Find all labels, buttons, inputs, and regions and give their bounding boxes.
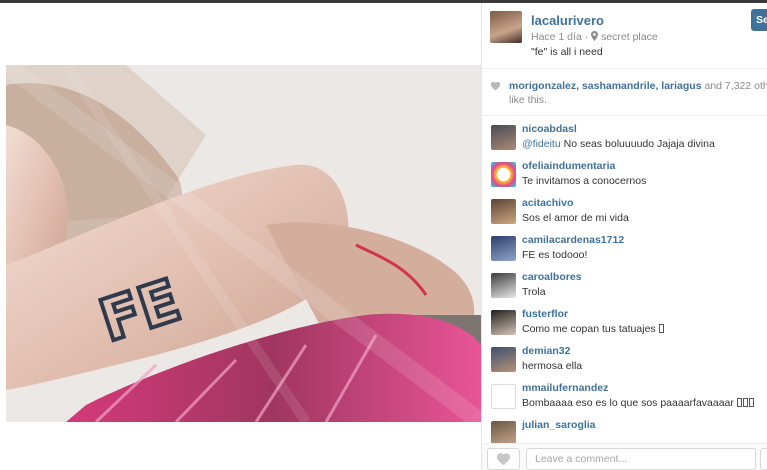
commenter-username[interactable]: fusterflor (522, 308, 568, 320)
comment-body: hermosa ella (522, 360, 583, 372)
photo-illustration: FE (6, 65, 481, 422)
photo-panel: FE (0, 3, 481, 470)
comment-text: Bombaaaa eso es lo que sos paaaarfavaaaa… (522, 397, 754, 409)
post-caption: "fe" is all i need (531, 46, 603, 58)
commenter-avatar[interactable] (491, 199, 516, 224)
comment-item: caroalbores Trola (482, 269, 767, 305)
comment-text: @fideitu No seas boluuuudo Jajaja divina (522, 138, 715, 150)
post-header: lacalurivero Hace 1 día · secret place "… (482, 3, 767, 69)
commenter-avatar[interactable] (491, 310, 516, 335)
comment-body: Te invitamos a conocernos (522, 175, 647, 187)
commenter-avatar[interactable] (491, 162, 516, 187)
more-options-button[interactable] (760, 448, 767, 470)
likes-suffix: like this. (509, 94, 547, 106)
location-pin-icon (591, 31, 601, 43)
comment-item: acitachivo Sos el amor de mi vida (482, 195, 767, 231)
comment-mention[interactable]: @fideitu (522, 138, 561, 150)
liker-names[interactable]: morigonzalez, sashamandrile, lariagus (509, 80, 702, 92)
commenter-avatar[interactable] (491, 347, 516, 372)
comment-body: Trola (522, 286, 546, 298)
commenter-username[interactable]: ofeliaindumentaria (522, 160, 615, 172)
post-sidebar: lacalurivero Hace 1 día · secret place "… (481, 3, 767, 470)
post-location[interactable]: secret place (601, 31, 658, 43)
follow-button[interactable]: Se (751, 9, 767, 31)
post-meta: Hace 1 día · secret place (531, 31, 658, 43)
like-button[interactable] (487, 448, 520, 470)
comment-body: No seas boluuuudo Jajaja divina (560, 138, 715, 150)
author-username[interactable]: lacalurivero (531, 13, 604, 28)
missing-glyph-icon (748, 398, 754, 407)
commenter-avatar[interactable] (491, 384, 516, 409)
commenter-avatar[interactable] (491, 273, 516, 298)
missing-glyph-icon (736, 398, 742, 407)
commenter-username[interactable]: julian_saroglia (522, 419, 596, 431)
comment-item: mmailufernandez Bombaaaa eso es lo que s… (482, 380, 767, 416)
author-avatar[interactable] (490, 11, 522, 43)
comment-bar (482, 443, 767, 470)
comment-body: Como me copan tus tatuajes (522, 323, 659, 335)
post-time[interactable]: Hace 1 día (531, 31, 582, 43)
missing-glyph-icon (742, 398, 748, 407)
commenter-username[interactable]: caroalbores (522, 271, 582, 283)
comment-body: Sos el amor de mi vida (522, 212, 629, 224)
heart-icon (496, 453, 511, 466)
commenter-avatar[interactable] (491, 125, 516, 150)
comment-body: FE es todooo! (522, 249, 588, 261)
comment-item: fusterflor Como me copan tus tatuajes (482, 306, 767, 342)
commenter-avatar[interactable] (491, 236, 516, 261)
divider (482, 115, 767, 116)
commenter-username[interactable]: demian32 (522, 345, 570, 357)
commenter-username[interactable]: camilacardenas1712 (522, 234, 624, 246)
comment-item: camilacardenas1712 FE es todooo! (482, 232, 767, 268)
commenter-username[interactable]: nicoabdasl (522, 123, 577, 135)
likes-count-text[interactable]: and 7,322 oth (702, 80, 767, 92)
comment-text: Como me copan tus tatuajes (522, 323, 664, 335)
commenter-username[interactable]: acitachivo (522, 197, 573, 209)
comment-item: nicoabdasl @fideitu No seas boluuuudo Ja… (482, 121, 767, 157)
heart-icon (490, 81, 501, 95)
comment-item: ofeliaindumentaria Te invitamos a conoce… (482, 158, 767, 194)
missing-glyph-icon (658, 324, 664, 333)
comment-body: Bombaaaa eso es lo que sos paaaarfavaaaa… (522, 397, 737, 409)
commenter-username[interactable]: mmailufernandez (522, 382, 608, 394)
post-photo[interactable]: FE (6, 65, 481, 422)
comment-item: demian32 hermosa ella (482, 343, 767, 379)
comment-input[interactable] (526, 448, 756, 470)
